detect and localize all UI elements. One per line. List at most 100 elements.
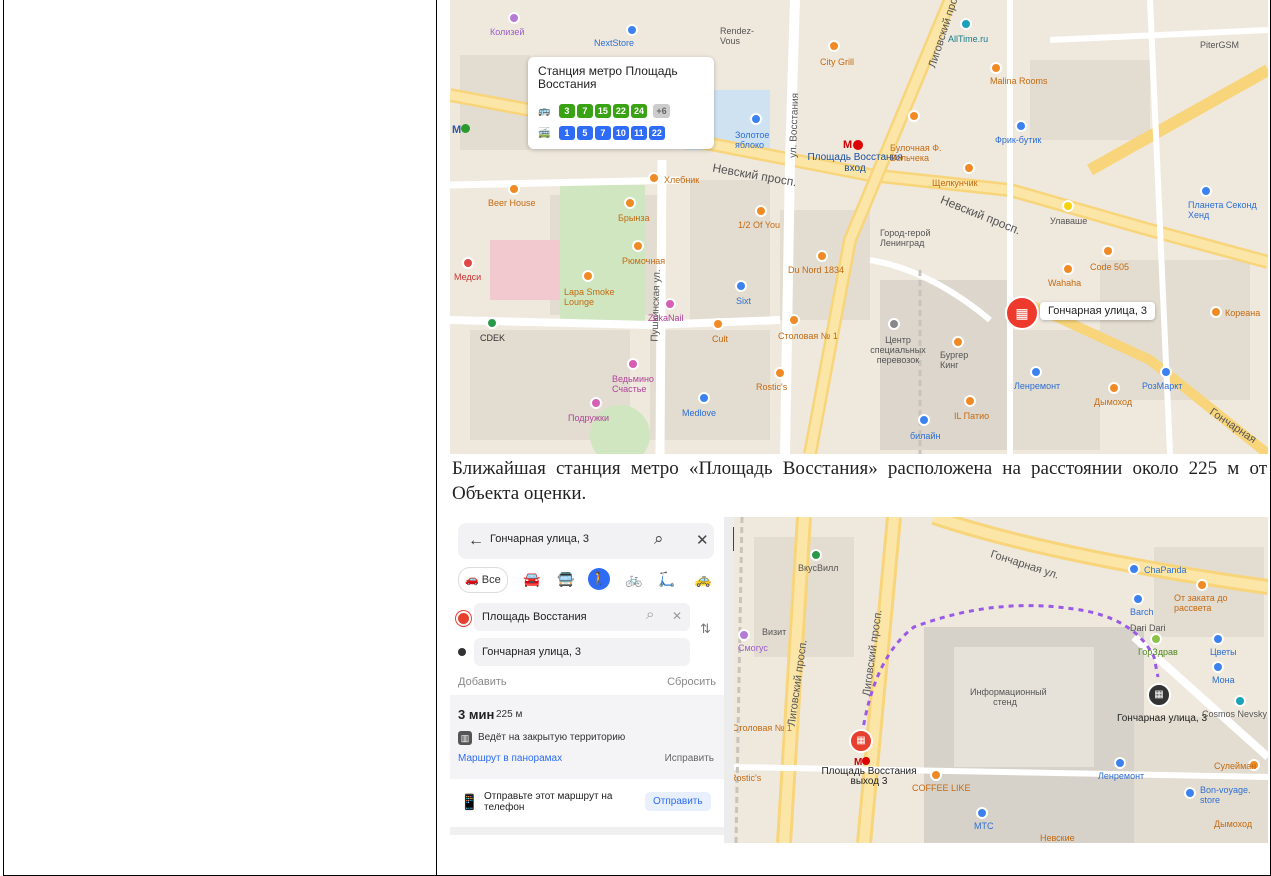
bus-route-badge[interactable]: 24 bbox=[630, 104, 647, 118]
poi-vkusvill[interactable]: ВкусВилл bbox=[798, 563, 838, 573]
poi-zolotoe[interactable]: Золотое яблоко bbox=[735, 130, 785, 150]
start-pin-icon[interactable]: ▦ bbox=[849, 729, 873, 753]
panel-collapse-handle[interactable]: ◀ bbox=[724, 517, 749, 843]
poi-rostics-2[interactable]: Rostic's bbox=[734, 773, 761, 783]
poi-rendezvous[interactable]: Rendez-Vous bbox=[720, 26, 760, 46]
poi-cdek[interactable]: CDEK bbox=[480, 333, 505, 343]
poi-cosmos[interactable]: Cosmos Nevsky bbox=[1202, 709, 1267, 719]
car-mode-icon[interactable]: 🚘 bbox=[523, 571, 540, 588]
poi-frikbutik[interactable]: Фрик-бутик bbox=[995, 135, 1041, 145]
poi-coffee[interactable]: COFFEE LIKE bbox=[912, 783, 971, 793]
poi-ulavashe[interactable]: Улаваше bbox=[1050, 216, 1087, 226]
bus-route-badge[interactable]: 15 bbox=[594, 104, 611, 118]
poi-centr[interactable]: Центр специальных перевозок bbox=[868, 335, 928, 365]
mode-all-button[interactable]: 🚗 Все bbox=[458, 567, 508, 593]
poi-alltime[interactable]: AllTime.ru bbox=[948, 34, 988, 44]
poi-vedmino[interactable]: Ведьмино Счастье bbox=[612, 374, 662, 394]
poi-info[interactable]: Информационный стенд bbox=[970, 687, 1047, 707]
from-search-icon[interactable]: ⌕ bbox=[646, 606, 654, 623]
poi-ryumochnaya[interactable]: Рюмочная bbox=[622, 256, 665, 266]
metro-station-popup[interactable]: Станция метро Площадь Восстания 🚌 3 7 15 22… bbox=[528, 57, 714, 149]
swap-icon[interactable]: ⇅ bbox=[700, 621, 711, 637]
poi-beeline[interactable]: билайн bbox=[910, 431, 940, 441]
poi-lapa[interactable]: Lapa Smoke Lounge bbox=[564, 287, 624, 307]
walk-mode-icon[interactable]: 🚶 bbox=[588, 568, 610, 590]
poi-nevskie[interactable]: Невские bbox=[1040, 833, 1075, 843]
poi-koliseum[interactable]: Колизей bbox=[490, 27, 524, 37]
poi-citygrill[interactable]: City Grill bbox=[820, 57, 854, 67]
search-box[interactable]: ← ⌕ ✕ bbox=[458, 523, 714, 559]
close-icon[interactable]: ✕ bbox=[696, 531, 709, 549]
poi-chapanda[interactable]: ChaPanda bbox=[1144, 565, 1187, 575]
trolleybus-route-badge[interactable]: 5 bbox=[576, 126, 593, 140]
metro-icon[interactable]: М bbox=[843, 139, 867, 151]
route-from-field[interactable]: Площадь Восстания ⌕ ✕ bbox=[474, 603, 690, 631]
bus-mode-icon[interactable]: 🚍 bbox=[557, 571, 574, 588]
poi-stolovaya-2[interactable]: Столовая № 1 bbox=[734, 723, 792, 733]
poi-smogus[interactable]: Смогус bbox=[738, 643, 768, 653]
poi-gorodgeroy[interactable]: Город-герой Ленинград bbox=[880, 228, 940, 248]
poi-sixt[interactable]: Sixt bbox=[736, 296, 751, 306]
route-map[interactable]: Гончарная ул. Лиговский просп. Лиговский… bbox=[734, 517, 1268, 843]
reset-link[interactable]: Сбросить bbox=[667, 676, 716, 688]
poi-wahaha[interactable]: Wahaha bbox=[1048, 278, 1081, 288]
poi-burger[interactable]: Бургер Кинг bbox=[940, 350, 980, 370]
back-arrow-icon[interactable]: ← bbox=[468, 532, 484, 550]
poi-ofyou[interactable]: 1/2 Of You bbox=[738, 220, 780, 230]
bus-route-badge[interactable]: 22 bbox=[612, 104, 629, 118]
poi-cult[interactable]: Cult bbox=[712, 334, 728, 344]
poi-podruzhki[interactable]: Подружки bbox=[568, 413, 609, 423]
building-pin-icon[interactable]: ▦ bbox=[1005, 296, 1039, 330]
poi-brynza[interactable]: Брынза bbox=[618, 213, 649, 223]
poi-schelkunchik[interactable]: Щелкунчик bbox=[932, 178, 978, 188]
metro-exit-label[interactable]: Площадь Восстания выход 3 bbox=[814, 767, 924, 787]
poi-dymokhod-2[interactable]: Дымоход bbox=[1214, 819, 1252, 829]
poi-dymokhod[interactable]: Дымоход bbox=[1094, 397, 1132, 407]
poi-zakanail[interactable]: ZakaNail bbox=[648, 313, 684, 323]
bus-route-badge[interactable]: 3 bbox=[558, 104, 575, 118]
bike-mode-icon[interactable]: 🚲 bbox=[625, 571, 642, 588]
trolleybus-route-badge[interactable]: 11 bbox=[630, 126, 647, 140]
poi-code505[interactable]: Code 505 bbox=[1090, 262, 1129, 272]
poi-ilpatio[interactable]: IL Патио bbox=[954, 411, 989, 421]
poi-otzakata[interactable]: От заката до рассвета bbox=[1174, 593, 1244, 613]
poi-barch[interactable]: Barch bbox=[1130, 607, 1154, 617]
poi-daridari[interactable]: Dari Dari bbox=[1130, 623, 1166, 633]
trolleybus-route-badge[interactable]: 10 bbox=[612, 126, 629, 140]
poi-mona[interactable]: Мона bbox=[1212, 675, 1235, 685]
poi-rozmarket[interactable]: РозМаркт bbox=[1142, 381, 1182, 391]
from-clear-icon[interactable]: ✕ bbox=[672, 609, 682, 623]
route-summary[interactable]: 3 мин 225 м ▥ Ведёт на закрытую территор… bbox=[450, 695, 724, 779]
trolleybus-route-badge[interactable]: 22 bbox=[648, 126, 665, 140]
bus-route-badge[interactable]: 7 bbox=[576, 104, 593, 118]
poi-beerhouse[interactable]: Beer House bbox=[488, 198, 536, 208]
panorama-link[interactable]: Маршрут в панорамах bbox=[458, 753, 562, 764]
trolleybus-route-badge[interactable]: 7 bbox=[594, 126, 611, 140]
poi-nextstore[interactable]: NextStore bbox=[594, 38, 634, 48]
poi-media[interactable]: Медси bbox=[454, 272, 481, 282]
poi-dunord[interactable]: Du Nord 1834 bbox=[788, 265, 844, 275]
metro-area-map[interactable]: Невский просп. Невский просп. Лиговский … bbox=[450, 0, 1268, 454]
poi-mts[interactable]: МТС bbox=[974, 821, 994, 831]
poi-cvety[interactable]: Цветы bbox=[1210, 647, 1237, 657]
poi-gorzdrav[interactable]: ГорЗдрав bbox=[1138, 647, 1178, 657]
poi-stolovaya[interactable]: Столовая № 1 bbox=[778, 331, 838, 341]
route-to-field[interactable]: Гончарная улица, 3 bbox=[474, 638, 690, 666]
send-button[interactable]: Отправить bbox=[645, 792, 711, 811]
poi-suleiman[interactable]: Сулейман bbox=[1214, 761, 1256, 771]
poi-hlebnik[interactable]: Хлебник bbox=[664, 175, 699, 185]
trolleybus-route-badge[interactable]: 1 bbox=[558, 126, 575, 140]
add-link[interactable]: Добавить bbox=[458, 676, 507, 688]
fix-link[interactable]: Исправить bbox=[665, 753, 714, 764]
end-pin-icon[interactable]: ▦ bbox=[1147, 683, 1171, 707]
poi-lenremont-2[interactable]: Ленремонт bbox=[1098, 771, 1144, 781]
poi-vizit[interactable]: Визит bbox=[762, 627, 786, 637]
poi-planeta[interactable]: Планета Секонд Хенд bbox=[1188, 200, 1258, 220]
poi-lenremont[interactable]: Ленремонт bbox=[1014, 381, 1060, 391]
poi-malina[interactable]: Malina Rooms bbox=[990, 76, 1048, 86]
search-input[interactable] bbox=[490, 533, 640, 545]
scooter-mode-icon[interactable]: 🛴 bbox=[658, 571, 675, 588]
taxi-mode-icon[interactable]: 🚕 bbox=[694, 571, 711, 588]
poi-koreana[interactable]: Кореана bbox=[1225, 308, 1260, 318]
search-icon[interactable]: ⌕ bbox=[654, 529, 664, 549]
